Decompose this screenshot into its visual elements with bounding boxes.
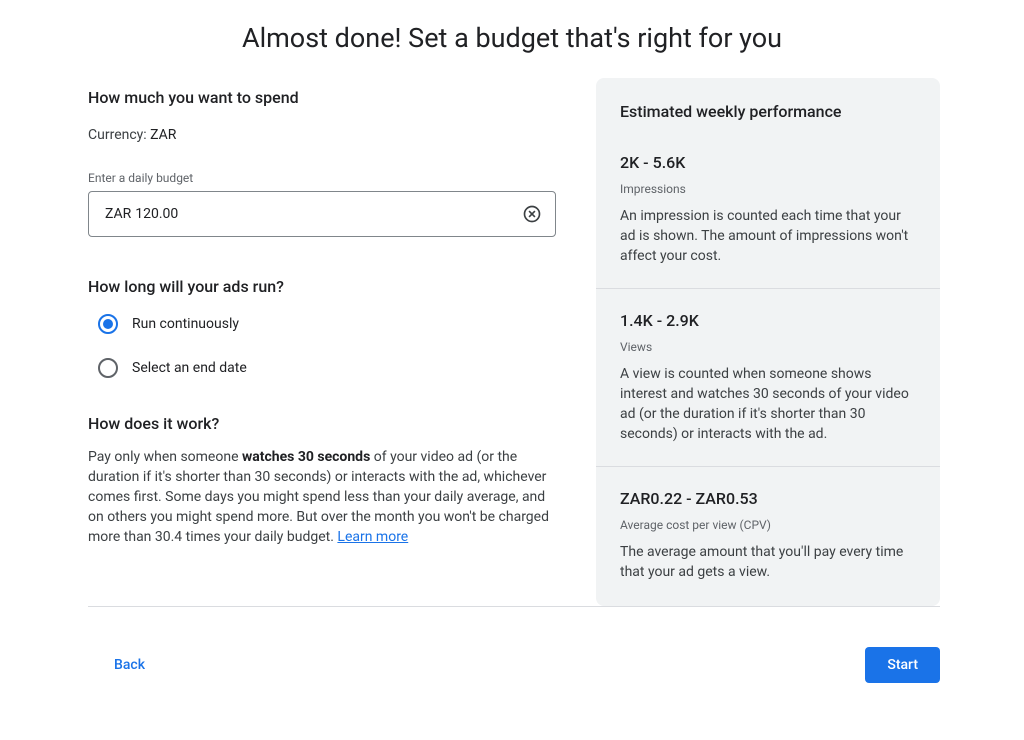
how-text-before: Pay only when someone — [88, 449, 242, 465]
metric-views: 1.4K - 2.9K Views A view is counted when… — [620, 311, 916, 444]
how-text: Pay only when someone watches 30 seconds… — [88, 447, 556, 547]
currency-code: ZAR — [150, 127, 176, 143]
clear-icon[interactable] — [521, 203, 543, 225]
metric-label: Views — [620, 340, 916, 354]
learn-more-link[interactable]: Learn more — [337, 529, 408, 545]
currency-prefix: Currency: — [88, 127, 150, 143]
metric-desc: An impression is counted each time that … — [620, 206, 916, 266]
radio-icon — [98, 358, 118, 378]
metric-value: 1.4K - 2.9K — [620, 311, 916, 330]
radio-icon — [98, 314, 118, 334]
back-button[interactable]: Back — [106, 651, 153, 679]
how-heading: How does it work? — [88, 414, 556, 433]
currency-prefix-inline: ZAR — [105, 206, 131, 222]
duration-heading: How long will your ads run? — [88, 277, 556, 296]
divider — [596, 288, 940, 289]
metric-value: 2K - 5.6K — [620, 153, 916, 172]
daily-budget-input[interactable] — [135, 206, 521, 222]
page-title: Almost done! Set a budget that's right f… — [0, 22, 1024, 54]
divider — [596, 466, 940, 467]
budget-form: How much you want to spend Currency: ZAR… — [88, 78, 596, 606]
daily-budget-field[interactable]: ZAR — [88, 191, 556, 237]
metric-desc: The average amount that you'll pay every… — [620, 542, 916, 582]
radio-label: Select an end date — [132, 360, 247, 376]
radio-run-continuously[interactable]: Run continuously — [98, 314, 556, 334]
radio-label: Run continuously — [132, 316, 239, 332]
how-text-bold: watches 30 seconds — [242, 449, 370, 465]
spend-heading: How much you want to spend — [88, 88, 556, 107]
currency-line: Currency: ZAR — [88, 127, 556, 143]
metric-label: Average cost per view (CPV) — [620, 518, 916, 532]
metric-desc: A view is counted when someone shows int… — [620, 364, 916, 444]
start-button[interactable]: Start — [865, 647, 940, 683]
estimate-panel: Estimated weekly performance 2K - 5.6K I… — [596, 78, 940, 606]
footer: Back Start — [88, 606, 940, 699]
metric-cpv: ZAR0.22 - ZAR0.53 Average cost per view … — [620, 489, 916, 582]
metric-value: ZAR0.22 - ZAR0.53 — [620, 489, 916, 508]
estimate-title: Estimated weekly performance — [620, 102, 916, 121]
radio-select-end-date[interactable]: Select an end date — [98, 358, 556, 378]
daily-budget-label: Enter a daily budget — [88, 171, 556, 185]
metric-impressions: 2K - 5.6K Impressions An impression is c… — [620, 153, 916, 266]
metric-label: Impressions — [620, 182, 916, 196]
